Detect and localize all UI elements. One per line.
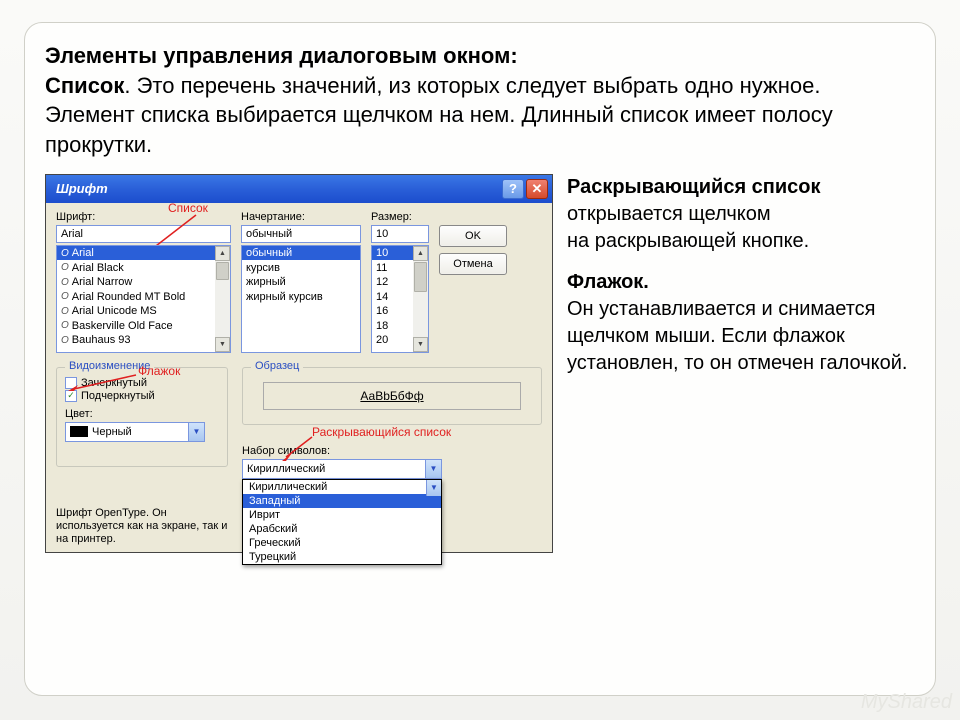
side-text: Раскрывающийся список открывается щелчко…	[567, 174, 915, 391]
scrollbar[interactable]: ▲ ▼	[413, 246, 428, 352]
slide-frame: Элементы управления диалоговым окном: Сп…	[24, 22, 936, 696]
side-p2-body: Он устанавливается и снимается щелчком м…	[567, 298, 907, 374]
cancel-button[interactable]: Отмена	[439, 253, 507, 275]
font-label: Шрифт:	[56, 211, 231, 223]
checkbox-underline[interactable]: ✓ Подчеркнутый	[65, 390, 219, 402]
group-title: Образец	[251, 360, 303, 372]
dropdown-item[interactable]: Западный	[243, 494, 441, 508]
ok-button[interactable]: OK	[439, 225, 507, 247]
list-item[interactable]: курсив	[242, 260, 360, 275]
charset-combo[interactable]: Кириллический ▼	[242, 459, 442, 479]
headline-block: Элементы управления диалоговым окном: Сп…	[45, 41, 915, 160]
close-button[interactable]: ✕	[526, 179, 548, 199]
group-title: Видоизменение	[65, 360, 154, 372]
side-p1-rest: открывается щелчком	[567, 203, 771, 225]
titlebar[interactable]: Шрифт ? ✕	[46, 175, 552, 203]
style-input[interactable]: обычный	[241, 225, 361, 243]
side-p1-bold: Раскрывающийся список	[567, 176, 821, 198]
size-label: Размер:	[371, 211, 429, 223]
chevron-down-icon[interactable]: ▼	[188, 423, 204, 441]
style-label: Начертание:	[241, 211, 361, 223]
font-dialog: Шрифт ? ✕ Список Шрифт: Arial OArial OAr…	[45, 174, 553, 554]
list-item[interactable]: OBaskerville Old Face	[57, 318, 230, 333]
headline-body: . Это перечень значений, из которых след…	[45, 73, 833, 157]
charset-label: Набор символов:	[242, 445, 542, 457]
color-swatch	[70, 426, 88, 437]
chevron-down-icon[interactable]: ▼	[426, 480, 441, 496]
checkbox-box[interactable]	[65, 377, 77, 389]
group-sample: Образец АаBbБбФф	[242, 367, 542, 425]
color-label: Цвет:	[65, 408, 219, 420]
list-item[interactable]: OArial Rounded MT Bold	[57, 289, 230, 304]
list-item[interactable]: OArial Black	[57, 260, 230, 275]
scroll-up-button[interactable]: ▲	[413, 246, 428, 261]
list-item[interactable]: жирный	[242, 275, 360, 290]
list-item[interactable]: обычный	[242, 246, 360, 261]
size-listbox[interactable]: 10 11 12 14 16 18 20 ▲ ▼	[371, 245, 429, 353]
help-icon: ?	[509, 181, 517, 196]
help-button[interactable]: ?	[502, 179, 524, 199]
dropdown-item[interactable]: Арабский	[243, 522, 441, 536]
dialog-title: Шрифт	[56, 181, 108, 196]
headline-list-label: Список	[45, 73, 124, 98]
list-item[interactable]: OArial	[57, 246, 230, 261]
charset-dropdown-open[interactable]: ▼ Кириллический Западный Иврит Арабский …	[242, 479, 442, 565]
scroll-down-button[interactable]: ▼	[215, 337, 230, 352]
checkbox-strike[interactable]: Зачеркнутый	[65, 377, 219, 389]
list-item[interactable]: OArial Narrow	[57, 275, 230, 290]
scroll-down-button[interactable]: ▼	[413, 337, 428, 352]
dropdown-item[interactable]: Иврит	[243, 508, 441, 522]
scroll-thumb[interactable]	[414, 262, 427, 292]
color-combo[interactable]: Черный ▼	[65, 422, 205, 442]
side-p1-line2: на раскрывающей кнопке.	[567, 230, 809, 252]
dropdown-item[interactable]: Турецкий	[243, 550, 441, 564]
font-listbox[interactable]: OArial OArial Black OArial Narrow OArial…	[56, 245, 231, 353]
list-item[interactable]: OArial Unicode MS	[57, 304, 230, 319]
close-icon: ✕	[532, 181, 543, 197]
sample-text: АаBbБбФф	[263, 382, 521, 410]
size-input[interactable]: 10	[371, 225, 429, 243]
headline-title: Элементы управления диалоговым окном:	[45, 43, 518, 68]
style-listbox[interactable]: обычный курсив жирный жирный курсив	[241, 245, 361, 353]
scroll-thumb[interactable]	[216, 262, 229, 280]
dropdown-item[interactable]: Греческий	[243, 536, 441, 550]
font-input[interactable]: Arial	[56, 225, 231, 243]
dropdown-item[interactable]: Кириллический	[243, 480, 441, 494]
dialog-footer-text: Шрифт OpenType. Он используется как на э…	[56, 507, 236, 547]
checkbox-box-checked[interactable]: ✓	[65, 390, 77, 402]
watermark: MyShared	[861, 691, 952, 714]
list-item[interactable]: жирный курсив	[242, 289, 360, 304]
chevron-down-icon[interactable]: ▼	[425, 460, 441, 478]
annotation-dropdown: Раскрывающийся список	[312, 425, 451, 439]
scrollbar[interactable]: ▲ ▼	[215, 246, 230, 352]
group-modify: Видоизменение Зачеркнутый ✓ Подчеркнутый…	[56, 367, 228, 467]
side-p2-bold: Флажок.	[567, 271, 649, 293]
list-item[interactable]: OBauhaus 93	[57, 333, 230, 348]
scroll-up-button[interactable]: ▲	[215, 246, 230, 261]
